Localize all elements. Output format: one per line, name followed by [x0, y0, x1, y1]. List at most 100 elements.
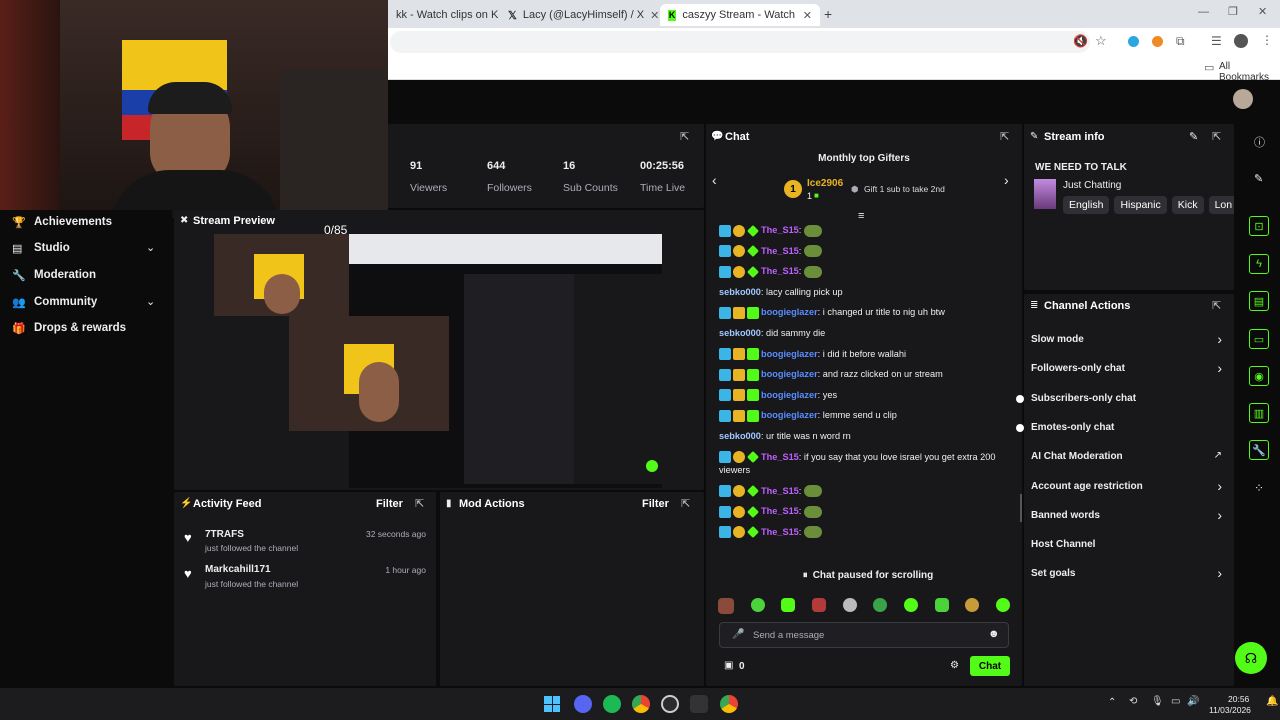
channel-action-row[interactable]: Slow mode ›: [1024, 328, 1234, 354]
tag[interactable]: Lon: [1208, 196, 1234, 214]
info-icon[interactable]: ⓘ: [1254, 134, 1265, 150]
popout-icon[interactable]: ⇱: [681, 497, 690, 510]
store-icon[interactable]: ▣: [724, 660, 733, 671]
wrench-icon[interactable]: 🔧: [1249, 440, 1269, 460]
chevron-down-icon[interactable]: ⌄: [146, 295, 155, 308]
gear-icon[interactable]: ⚙: [950, 660, 959, 671]
chat-icon[interactable]: ▭: [1249, 329, 1269, 349]
chevron-right-icon[interactable]: ›: [1004, 172, 1009, 188]
emote-icon[interactable]: [842, 598, 857, 612]
emote-icon[interactable]: [781, 598, 796, 612]
mod-filter-button[interactable]: Filter: [642, 498, 669, 510]
chat-username[interactable]: The_S15: [761, 452, 799, 462]
address-bar[interactable]: [390, 31, 1090, 53]
windows-start-icon[interactable]: [544, 696, 560, 712]
broadcast-icon[interactable]: ◉: [1249, 366, 1269, 386]
channel-action-row[interactable]: Host Channel: [1024, 533, 1234, 559]
channel-action-row[interactable]: Set goals ›: [1024, 562, 1234, 588]
chat-username[interactable]: sebko000: [719, 287, 761, 297]
sidebar-item-community[interactable]: Community: [34, 296, 97, 308]
notification-bell-icon[interactable]: 🔔: [1266, 696, 1278, 707]
browser-menu-icon[interactable]: ⋮: [1261, 33, 1273, 47]
gift-prompt[interactable]: Gift 1 sub to take 2nd: [864, 184, 945, 194]
close-tab-icon[interactable]: ✕: [650, 9, 659, 22]
chevron-down-icon[interactable]: ⌄: [146, 241, 155, 254]
popout-icon[interactable]: ⇱: [1212, 130, 1221, 143]
channel-action-row[interactable]: Emotes-only chat: [1024, 416, 1234, 442]
chat-username[interactable]: The_S15: [761, 225, 799, 235]
category-name[interactable]: Just Chatting: [1063, 180, 1121, 191]
popout-icon[interactable]: ⇱: [1000, 130, 1009, 143]
chat-paused-banner[interactable]: ⏸ Chat paused for scrolling: [788, 566, 948, 584]
channel-action-row[interactable]: Subscribers-only chat: [1024, 387, 1234, 413]
chat-username[interactable]: sebko000: [719, 328, 761, 338]
emote-icon[interactable]: [718, 598, 734, 614]
activity-user[interactable]: 7TRAFS: [205, 529, 244, 540]
restore-icon[interactable]: ❐: [1228, 5, 1238, 18]
tag[interactable]: English: [1063, 196, 1110, 214]
microphone-icon[interactable]: 🎤: [732, 629, 744, 640]
channel-action-row[interactable]: Account age restriction ›: [1024, 475, 1234, 501]
chevron-right-icon[interactable]: ›: [1217, 478, 1222, 494]
popout-icon[interactable]: ⇱: [680, 130, 689, 143]
chat-username[interactable]: boogieglazer: [761, 390, 818, 400]
minimize-icon[interactable]: —: [1198, 6, 1209, 18]
emote-icon[interactable]: [995, 598, 1010, 612]
chat-username[interactable]: The_S15: [761, 527, 799, 537]
emote-icon[interactable]: [811, 598, 826, 612]
channel-action-row[interactable]: AI Chat Moderation ↗: [1024, 445, 1234, 471]
external-link-icon[interactable]: ↗: [1214, 450, 1222, 461]
clock-date[interactable]: 11/03/2026: [1209, 705, 1251, 715]
clipboard-icon[interactable]: ▤: [1249, 291, 1269, 311]
user-avatar[interactable]: [1233, 89, 1253, 109]
chat-input[interactable]: 🎤 Send a message ☻: [719, 622, 1009, 648]
activity-user[interactable]: Markcahill171: [205, 564, 271, 575]
emote-icon[interactable]: [934, 598, 949, 612]
popout-icon[interactable]: ⇱: [1212, 299, 1221, 312]
obs-icon[interactable]: [661, 695, 679, 713]
layout-icon[interactable]: ▥: [1249, 403, 1269, 423]
support-headset-icon[interactable]: ☊: [1235, 642, 1267, 674]
chat-username[interactable]: boogieglazer: [761, 307, 818, 317]
chrome-icon[interactable]: [632, 695, 650, 713]
epic-games-icon[interactable]: [690, 695, 708, 713]
mute-tab-icon[interactable]: 🔇: [1073, 34, 1088, 48]
extension-icon[interactable]: [1128, 36, 1139, 47]
pencil-icon[interactable]: ✎: [1254, 172, 1263, 185]
emote-icon[interactable]: [873, 598, 888, 612]
screenshot-icon[interactable]: ⊡: [1249, 216, 1269, 236]
edit-icon[interactable]: ✎: [1189, 130, 1198, 143]
bookmark-star-icon[interactable]: ☆: [1095, 33, 1107, 49]
chrome-profile-icon[interactable]: [720, 695, 738, 713]
browser-tab[interactable]: kk - Watch clips on Kick✕: [388, 4, 498, 26]
extensions-puzzle-icon[interactable]: ⧉: [1176, 34, 1185, 49]
sidebar-item-drops-rewards[interactable]: Drops & rewards: [34, 322, 126, 334]
stream-video[interactable]: [214, 234, 662, 488]
chat-username[interactable]: The_S15: [761, 506, 799, 516]
tray-app-icon[interactable]: ⟲: [1129, 696, 1137, 707]
new-tab-icon[interactable]: +: [824, 6, 832, 22]
extension-icon[interactable]: [1152, 36, 1163, 47]
chat-username[interactable]: The_S15: [761, 246, 799, 256]
spotify-icon[interactable]: [603, 695, 621, 713]
close-tab-icon[interactable]: ✕: [803, 9, 812, 22]
browser-tab[interactable]: 𝕏 Lacy (@LacyHimself) / X ✕: [500, 4, 660, 26]
reading-list-icon[interactable]: ☰: [1211, 34, 1222, 48]
sidebar-item-studio[interactable]: Studio: [34, 242, 70, 254]
browser-tab-active[interactable]: K caszyy Stream - Watch Live on✕: [660, 4, 820, 26]
tag[interactable]: Hispanic: [1114, 196, 1167, 214]
popout-icon[interactable]: ⇱: [415, 497, 424, 510]
channel-action-row[interactable]: Banned words ›: [1024, 504, 1234, 530]
profile-avatar[interactable]: [1234, 34, 1248, 48]
chat-scrollbar[interactable]: [1020, 494, 1022, 522]
chat-username[interactable]: boogieglazer: [761, 410, 818, 420]
chevron-up-icon[interactable]: ⌃: [1108, 697, 1116, 708]
microphone-tray-icon[interactable]: 🎙: [1151, 696, 1164, 707]
discord-icon[interactable]: [574, 695, 592, 713]
emote-icon[interactable]: [965, 598, 980, 612]
chat-username[interactable]: boogieglazer: [761, 369, 818, 379]
chevron-right-icon[interactable]: ›: [1217, 331, 1222, 347]
tag[interactable]: Kick: [1171, 196, 1204, 214]
category-thumbnail[interactable]: [1034, 179, 1056, 209]
sidebar-item-moderation[interactable]: Moderation: [34, 269, 96, 281]
